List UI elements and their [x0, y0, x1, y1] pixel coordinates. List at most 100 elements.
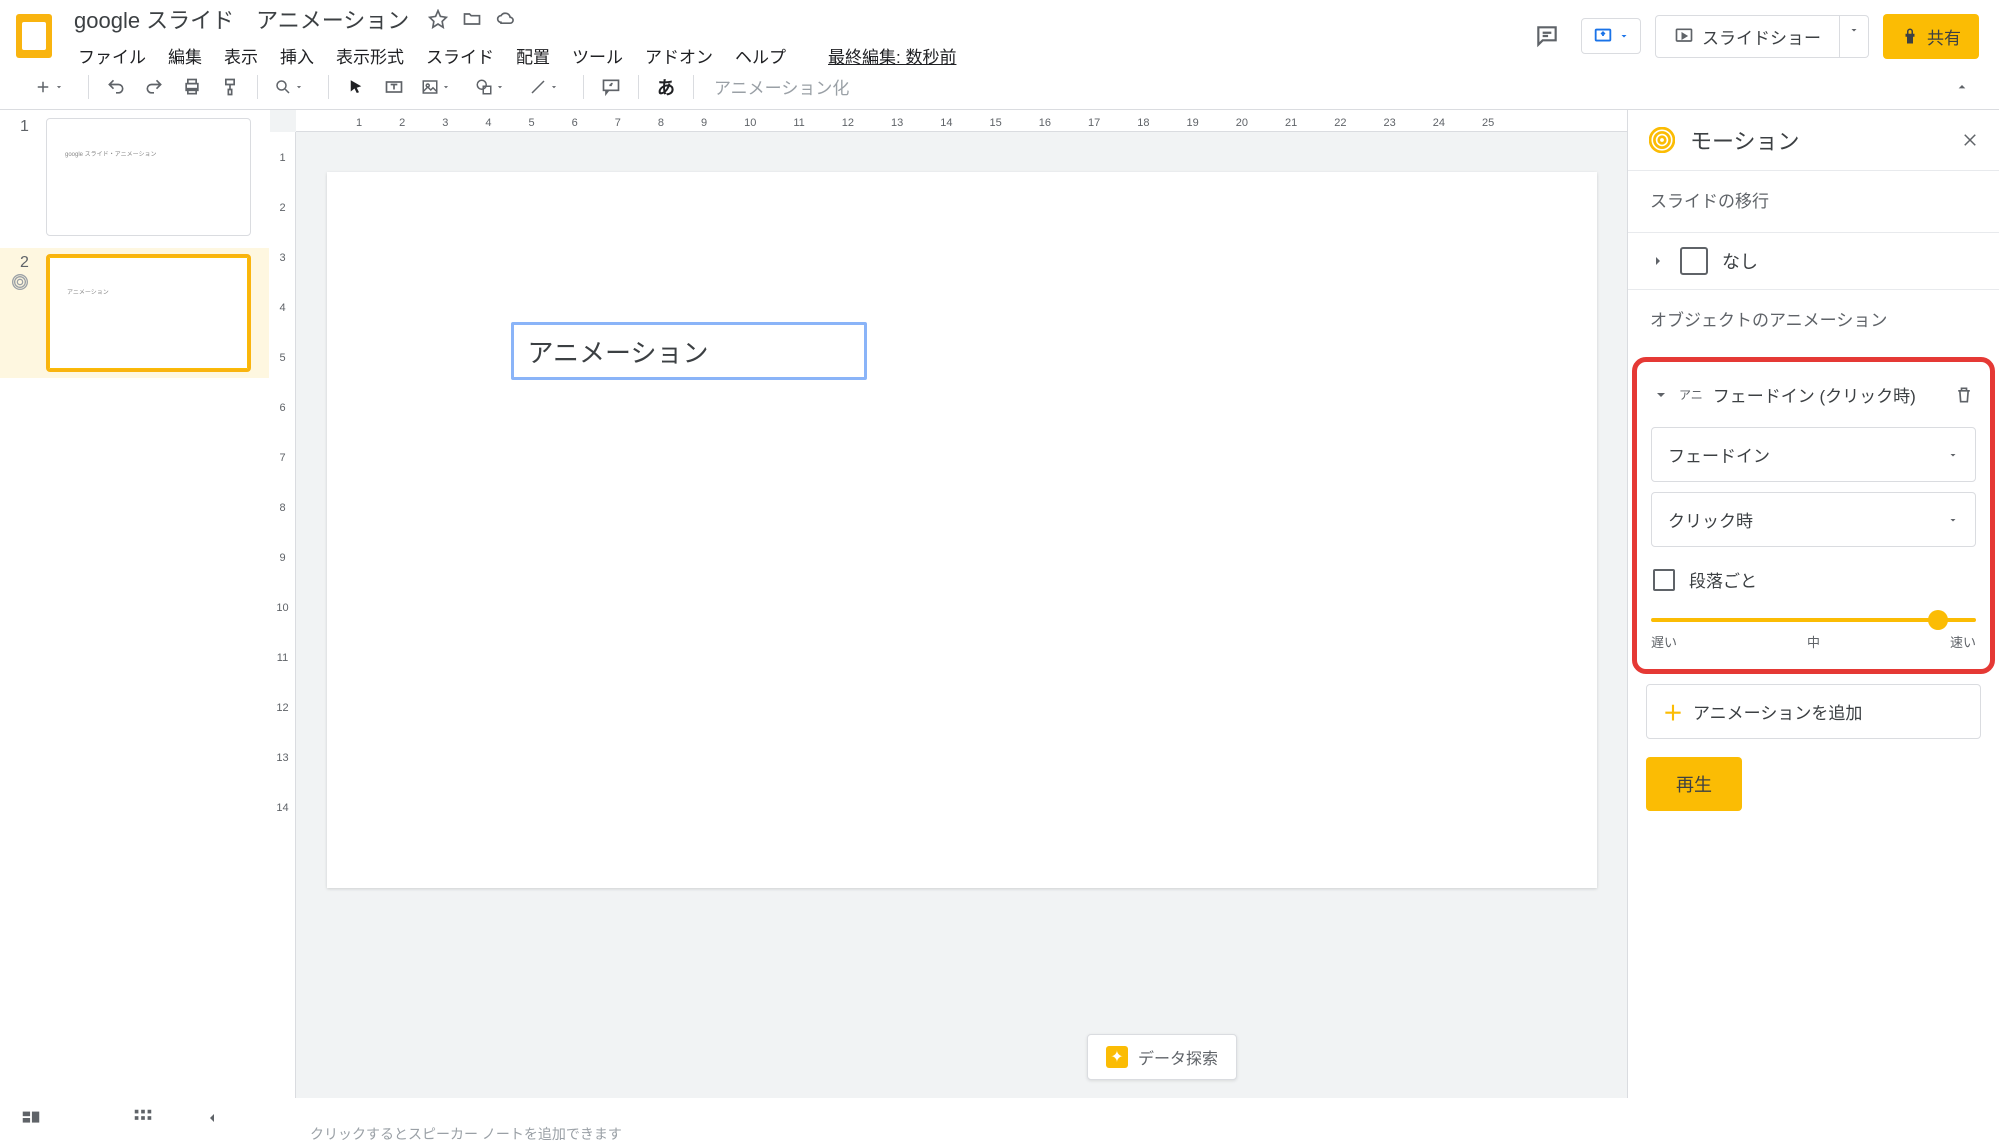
transition-row[interactable]: なし [1628, 232, 1999, 289]
ruler-tick: 22 [1334, 117, 1346, 129]
thumb-number: 1 [20, 118, 36, 236]
ruler-tick: 6 [572, 117, 578, 129]
ruler-tick: 12 [276, 702, 288, 714]
move-folder-icon[interactable] [461, 8, 483, 30]
object-animation-section-label: オブジェクトのアニメーション [1650, 306, 1977, 331]
slides-logo-icon [16, 14, 52, 58]
ruler-tick: 21 [1285, 117, 1297, 129]
motion-icon [1648, 126, 1676, 154]
animation-item-header[interactable]: アニ フェードイン (クリック時) [1651, 372, 1976, 417]
textbox-tool[interactable] [377, 70, 411, 104]
ruler-tick: 20 [1236, 117, 1248, 129]
trigger-dropdown[interactable]: クリック時 [1651, 492, 1976, 547]
hide-menus-button[interactable] [1945, 70, 1979, 104]
main-area: 1 google スライド・アニメーション 2 アニメーション 12345678… [0, 110, 1999, 1098]
ruler-tick: 13 [891, 117, 903, 129]
menu-addons[interactable]: アドオン [635, 39, 723, 72]
slide-thumb-2[interactable]: 2 アニメーション [0, 248, 269, 378]
menu-help[interactable]: ヘルプ [725, 39, 796, 72]
thumb-preview-text: アニメーション [49, 257, 248, 306]
ruler-tick: 9 [701, 117, 707, 129]
app-logo[interactable] [10, 12, 58, 60]
speed-mid-label: 中 [1807, 632, 1820, 651]
menu-edit[interactable]: 編集 [158, 39, 212, 72]
share-label: 共有 [1927, 24, 1961, 49]
selected-textbox[interactable]: アニメーション [511, 322, 867, 380]
plus-icon: ＋ [1663, 697, 1683, 726]
speaker-notes-hint[interactable]: クリックするとスピーカー ノートを追加できます [310, 1124, 622, 1144]
ruler-tick: 13 [276, 752, 288, 764]
line-tool[interactable] [523, 70, 573, 104]
animation-indicator-icon [12, 274, 28, 290]
speed-slider[interactable]: 遅い 中 速い [1651, 618, 1976, 651]
input-tool[interactable]: あ [649, 70, 683, 104]
comment-tool[interactable] [594, 70, 628, 104]
thumb-preview-text: google スライド・アニメーション [47, 119, 250, 168]
slideshow-button[interactable]: スライドショー [1655, 15, 1840, 58]
share-button[interactable]: 共有 [1883, 14, 1979, 59]
zoom-button[interactable] [268, 70, 318, 104]
ruler-tick: 4 [279, 302, 285, 314]
chevron-down-icon [1653, 387, 1669, 403]
present-to-meeting[interactable] [1581, 18, 1641, 54]
menu-format[interactable]: 表示形式 [326, 39, 414, 72]
slide-canvas[interactable]: アニメーション [327, 172, 1597, 888]
checkbox-unchecked-icon[interactable] [1653, 569, 1675, 591]
effect-dropdown[interactable]: フェードイン [1651, 427, 1976, 482]
ruler-tick: 10 [744, 117, 756, 129]
last-edit-link[interactable]: 最終編集: 数秒前 [818, 39, 966, 72]
ruler-tick: 12 [842, 117, 854, 129]
slide-thumb-1[interactable]: 1 google スライド・アニメーション [20, 118, 257, 236]
ruler-tick: 8 [658, 117, 664, 129]
filmstrip-view-icon[interactable] [20, 1107, 42, 1129]
grid-view-icon[interactable] [132, 1107, 154, 1129]
new-slide-button[interactable] [28, 70, 78, 104]
select-tool[interactable] [339, 70, 373, 104]
slider-thumb[interactable] [1928, 610, 1948, 630]
ruler-tick: 9 [279, 552, 285, 564]
play-button[interactable]: 再生 [1646, 757, 1742, 811]
doc-title[interactable]: google スライド アニメーション [68, 1, 415, 37]
menubar: ファイル 編集 表示 挿入 表示形式 スライド 配置 ツール アドオン ヘルプ … [68, 39, 1527, 72]
explore-button[interactable]: ✦ データ探索 [1087, 1034, 1237, 1080]
menu-slide[interactable]: スライド [416, 39, 504, 72]
redo-button[interactable] [137, 70, 171, 104]
add-animation-label: アニメーションを追加 [1693, 699, 1862, 724]
speed-slow-label: 遅い [1651, 632, 1677, 651]
ruler-tick: 8 [279, 502, 285, 514]
slideshow-dropdown[interactable] [1840, 15, 1869, 58]
print-button[interactable] [175, 70, 209, 104]
vertical-ruler[interactable]: 1234567891011121314 [270, 132, 296, 1098]
ruler-tick: 14 [276, 802, 288, 814]
menu-view[interactable]: 表示 [214, 39, 268, 72]
ruler-tick: 3 [279, 252, 285, 264]
explore-icon: ✦ [1106, 1046, 1128, 1068]
ruler-tick: 24 [1433, 117, 1445, 129]
close-panel-button[interactable] [1961, 131, 1979, 149]
undo-button[interactable] [99, 70, 133, 104]
animation-item-title: フェードイン (クリック時) [1713, 382, 1944, 407]
by-paragraph-checkbox-row[interactable]: 段落ごと [1651, 563, 1976, 596]
cloud-saved-icon[interactable] [495, 8, 517, 30]
star-icon[interactable] [427, 8, 449, 30]
ruler-tick: 1 [279, 152, 285, 164]
animation-badge: アニ [1679, 386, 1703, 403]
delete-animation-button[interactable] [1954, 385, 1974, 405]
menu-file[interactable]: ファイル [68, 39, 156, 72]
ruler-tick: 15 [990, 117, 1002, 129]
menu-insert[interactable]: 挿入 [270, 39, 324, 72]
add-animation-button[interactable]: ＋ アニメーションを追加 [1646, 684, 1981, 739]
animate-button[interactable]: アニメーション化 [714, 74, 849, 99]
menu-arrange[interactable]: 配置 [506, 39, 560, 72]
ruler-tick: 7 [279, 452, 285, 464]
paint-format-button[interactable] [213, 70, 247, 104]
explore-label: データ探索 [1138, 1045, 1218, 1069]
horizontal-ruler[interactable]: 1234567891011121314151617181920212223242… [296, 110, 1627, 132]
shape-tool[interactable] [469, 70, 519, 104]
collapse-panel-icon[interactable] [204, 1110, 220, 1126]
comments-icon[interactable] [1527, 16, 1567, 56]
motion-panel: モーション スライドの移行 なし オブジェクトのアニメーション アニ フ [1627, 110, 1999, 1098]
menu-tools[interactable]: ツール [562, 39, 633, 72]
chevron-right-icon [1650, 253, 1666, 269]
image-tool[interactable] [415, 70, 465, 104]
